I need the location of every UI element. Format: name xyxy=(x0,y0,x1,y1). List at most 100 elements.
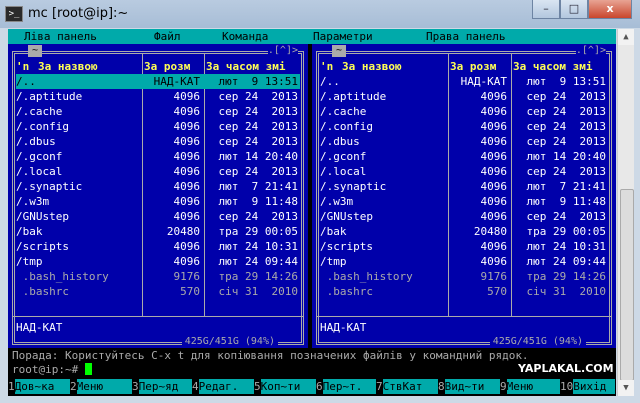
file-size: 4096 xyxy=(480,255,508,268)
menu-left-panel[interactable]: Ліва панель xyxy=(24,29,97,44)
file-size: 4096 xyxy=(480,210,508,223)
file-row[interactable]: /.aptitude 4096 сер 24 2013 xyxy=(320,89,608,104)
panel-path-tab[interactable]: ~ xyxy=(332,45,347,57)
fkey-5[interactable]: 5Коп~ти xyxy=(254,379,316,394)
file-row[interactable]: .bash_history 9176 тра 29 14:26 xyxy=(16,269,300,284)
file-row[interactable]: /.cache 4096 сер 24 2013 xyxy=(16,104,300,119)
maximize-icon[interactable]: □ xyxy=(560,0,588,19)
file-row[interactable]: /.cache 4096 сер 24 2013 xyxy=(320,104,608,119)
file-name: /.synaptic xyxy=(16,180,83,193)
panel-history-nav[interactable]: .[^]> xyxy=(575,45,606,57)
file-size: 4096 xyxy=(173,195,201,208)
panel-history-nav[interactable]: .[^]> xyxy=(267,45,298,57)
menu-command[interactable]: Команда xyxy=(222,29,268,44)
file-row[interactable]: /scripts 4096 лют 24 10:31 xyxy=(320,239,608,254)
file-row[interactable]: /.. НАД-КАТ лют 9 13:51 xyxy=(16,74,300,89)
window-controls: – □ x xyxy=(532,0,632,20)
column-name[interactable]: За назвою xyxy=(342,59,446,74)
file-row[interactable]: /.config 4096 сер 24 2013 xyxy=(320,119,608,134)
file-size: 4096 xyxy=(480,195,508,208)
fkey-9[interactable]: 9Меню xyxy=(500,379,560,394)
window-titlebar[interactable]: >_ mc [root@ip]:~ – □ x xyxy=(0,0,640,28)
file-mtime: тра 29 00:05 xyxy=(526,225,606,238)
file-name: /.config xyxy=(16,120,69,133)
file-row[interactable]: /.local 4096 сер 24 2013 xyxy=(320,164,608,179)
fkey-label: Пер~т. xyxy=(322,379,376,394)
file-row[interactable]: /GNUstep 4096 сер 24 2013 xyxy=(16,209,300,224)
terminal[interactable]: Ліва панель Файл Команда Параметри Права… xyxy=(8,29,616,396)
file-size: 4096 xyxy=(173,180,201,193)
file-row[interactable]: /.dbus 4096 сер 24 2013 xyxy=(16,134,300,149)
column-mtime[interactable]: За часом змі xyxy=(206,59,300,74)
fkey-4[interactable]: 4Редаг. xyxy=(192,379,254,394)
window-scrollbar[interactable]: ▲ ▼ xyxy=(617,29,634,396)
panel-path-tab[interactable]: ~ xyxy=(28,45,43,57)
fkey-label: Меню xyxy=(506,379,560,394)
file-row[interactable]: /scripts 4096 лют 24 10:31 xyxy=(16,239,300,254)
fkey-2[interactable]: 2Меню xyxy=(70,379,132,394)
file-row[interactable]: .bashrc 570 січ 31 2010 xyxy=(320,284,608,299)
file-row[interactable]: /.synaptic 4096 лют 7 21:41 xyxy=(16,179,300,194)
file-row[interactable]: /tmp 4096 лют 24 09:44 xyxy=(16,254,300,269)
fkey-8[interactable]: 8Вид~ти xyxy=(438,379,500,394)
file-row[interactable]: /.aptitude 4096 сер 24 2013 xyxy=(16,89,300,104)
column-mtime[interactable]: За часом змі xyxy=(513,59,608,74)
disk-usage: 425G/451G (94%) xyxy=(181,336,278,348)
file-size: 4096 xyxy=(480,150,508,163)
fkey-6[interactable]: 6Пер~т. xyxy=(316,379,376,394)
file-size: 9176 xyxy=(173,270,201,283)
file-row[interactable]: /.. НАД-КАТ лют 9 13:51 xyxy=(320,74,608,89)
file-name: /bak xyxy=(16,225,43,238)
menu-right-panel[interactable]: Права панель xyxy=(426,29,505,44)
file-name: /scripts xyxy=(320,240,373,253)
file-row[interactable]: /.synaptic 4096 лют 7 21:41 xyxy=(320,179,608,194)
cursor xyxy=(84,363,92,375)
fkey-3[interactable]: 3Пер~яд xyxy=(132,379,192,394)
minimize-icon[interactable]: – xyxy=(532,0,560,19)
file-row[interactable]: /bak 20480 тра 29 00:05 xyxy=(16,224,300,239)
file-mtime: лют 7 21:41 xyxy=(526,180,606,193)
fkey-7[interactable]: 7СтвКат xyxy=(376,379,438,394)
column-header-row: 'n За назвою За розм За часом змі xyxy=(16,59,300,74)
scroll-up-icon[interactable]: ▲ xyxy=(618,29,634,45)
sort-indicator[interactable]: 'n xyxy=(16,59,36,74)
file-mtime: тра 29 14:26 xyxy=(526,270,606,283)
file-row[interactable]: /bak 20480 тра 29 00:05 xyxy=(320,224,608,239)
file-row[interactable]: /tmp 4096 лют 24 09:44 xyxy=(320,254,608,269)
column-size[interactable]: За розм xyxy=(144,59,202,74)
file-row[interactable]: /.local 4096 сер 24 2013 xyxy=(16,164,300,179)
file-name: /scripts xyxy=(16,240,69,253)
menu-file[interactable]: Файл xyxy=(154,29,181,44)
file-row[interactable]: /.w3m 4096 лют 9 11:48 xyxy=(320,194,608,209)
file-row[interactable]: /.gconf 4096 лют 14 20:40 xyxy=(320,149,608,164)
file-row[interactable]: /.w3m 4096 лют 9 11:48 xyxy=(16,194,300,209)
file-row[interactable]: /.dbus 4096 сер 24 2013 xyxy=(320,134,608,149)
fkey-10[interactable]: 10Вихід xyxy=(560,379,616,394)
file-name: /.. xyxy=(16,75,36,88)
close-icon[interactable]: x xyxy=(588,0,632,19)
file-row[interactable]: /.gconf 4096 лют 14 20:40 xyxy=(16,149,300,164)
scroll-thumb[interactable] xyxy=(620,189,634,381)
file-mtime: січ 31 2010 xyxy=(526,285,606,298)
file-row[interactable]: .bashrc 570 січ 31 2010 xyxy=(16,284,300,299)
file-name: /tmp xyxy=(16,255,43,268)
left-panel[interactable]: ~ .[^]> 'n За назвою За розм За часом змі… xyxy=(8,44,308,348)
sort-indicator[interactable]: 'n xyxy=(320,59,340,74)
column-name[interactable]: За назвою xyxy=(38,59,140,74)
fkey-label: Пер~яд xyxy=(138,379,192,394)
mini-status-separator xyxy=(316,316,612,317)
file-row[interactable]: /.config 4096 сер 24 2013 xyxy=(16,119,300,134)
scroll-down-icon[interactable]: ▼ xyxy=(618,380,634,396)
file-name: /.synaptic xyxy=(320,180,387,193)
right-panel[interactable]: ~ .[^]> 'n За назвою За розм За часом змі… xyxy=(312,44,616,348)
file-row[interactable]: .bash_history 9176 тра 29 14:26 xyxy=(320,269,608,284)
fkey-number: 3 xyxy=(132,380,139,393)
fkey-label: Коп~ти xyxy=(260,379,316,394)
file-row[interactable]: /GNUstep 4096 сер 24 2013 xyxy=(320,209,608,224)
command-prompt[interactable]: root@ip:~# xyxy=(12,363,92,377)
file-mtime: тра 29 14:26 xyxy=(218,270,298,283)
column-size[interactable]: За розм xyxy=(450,59,509,74)
menu-options[interactable]: Параметри xyxy=(313,29,373,44)
file-name: .bashrc xyxy=(16,285,69,298)
fkey-1[interactable]: 1Дов~ка xyxy=(8,379,70,394)
